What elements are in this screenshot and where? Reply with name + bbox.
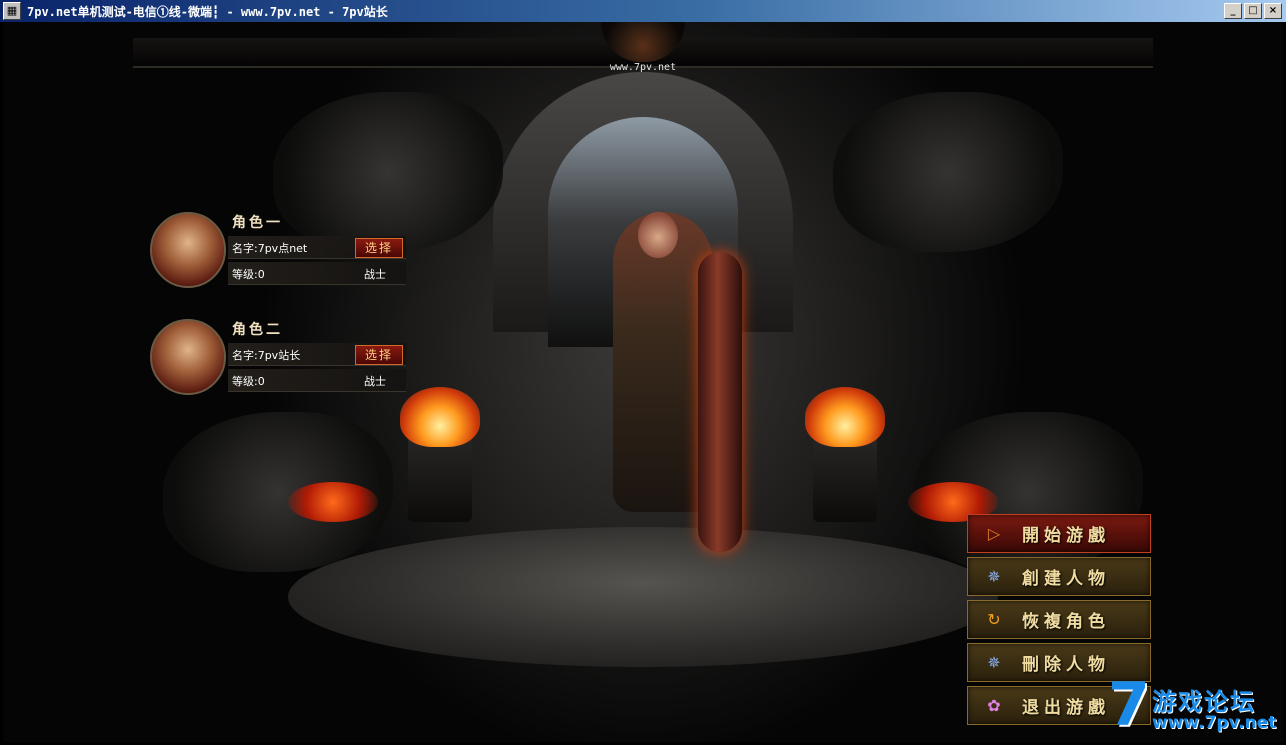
character-slot-title: 角色二 <box>232 322 283 338</box>
menu-label: 退出游戲 <box>1022 698 1110 718</box>
character-slot-1[interactable]: 角色一 名字:7pv点net 选择 等级:0 战士 <box>150 212 408 298</box>
character-job: 战士 <box>364 375 386 388</box>
start-game-button[interactable]: ▷ 開始游戲 <box>967 514 1151 553</box>
character-level-row: 等级:0 战士 <box>228 369 406 392</box>
menu-label: 刪除人物 <box>1022 655 1110 675</box>
character-slot-title: 角色一 <box>232 215 283 231</box>
character-name-row: 名字:7pv点net 选择 <box>228 236 406 259</box>
character-avatar[interactable] <box>150 212 226 288</box>
character-sword <box>698 252 742 552</box>
selected-character-model[interactable] <box>563 212 773 552</box>
maximize-button[interactable]: □ <box>1244 3 1262 19</box>
dragon-statue-top-right <box>833 92 1063 252</box>
window-controls: _ □ × <box>1224 3 1282 19</box>
close-button[interactable]: × <box>1264 3 1282 19</box>
minimize-button[interactable]: _ <box>1224 3 1242 19</box>
game-scene: www.7pv.net 角色一 名字:7pv点net 选择 等级:0 战士 角色… <box>3 22 1283 742</box>
character-level: 等级:0 <box>232 268 265 281</box>
character-head <box>638 212 678 258</box>
swirl-icon: ↻ <box>987 610 1001 629</box>
menu-label: 開始游戲 <box>1022 526 1110 546</box>
character-slot-2[interactable]: 角色二 名字:7pv站长 选择 等级:0 战士 <box>150 319 408 405</box>
character-level: 等级:0 <box>232 375 265 388</box>
play-arrow-icon: ▷ <box>987 524 1001 543</box>
logo-url: www.7pv.net <box>1152 713 1277 733</box>
forum-logo: 7 游戏论坛 www.7pv.net <box>1108 670 1283 742</box>
window-title: 7pv.net单机测试-电信①线-微端┇ - www.7pv.net - 7pv… <box>27 4 388 19</box>
character-job: 战士 <box>364 268 386 281</box>
dragon-fire-left <box>288 482 378 522</box>
menu-label: 創建人物 <box>1022 569 1110 589</box>
flower-icon: ✿ <box>987 696 1001 715</box>
star-badge-icon: ✵ <box>987 653 1001 672</box>
character-name: 名字:7pv站长 <box>232 349 301 362</box>
character-name: 名字:7pv点net <box>232 242 308 255</box>
character-avatar[interactable] <box>150 319 226 395</box>
brazier-fire-right <box>805 387 885 447</box>
restore-character-button[interactable]: ↻ 恢複角色 <box>967 600 1151 639</box>
menu-label: 恢複角色 <box>1022 612 1110 632</box>
brazier-fire-left <box>400 387 480 447</box>
logo-seven: 7 <box>1108 670 1150 740</box>
create-character-button[interactable]: ✵ 創建人物 <box>967 557 1151 596</box>
window-titlebar[interactable]: ▦ 7pv.net单机测试-电信①线-微端┇ - www.7pv.net - 7… <box>0 0 1286 22</box>
character-name-row: 名字:7pv站长 选择 <box>228 343 406 366</box>
character-level-row: 等级:0 战士 <box>228 262 406 285</box>
logo-text: 游戏论坛 <box>1152 688 1256 716</box>
select-character-button[interactable]: 选择 <box>355 238 403 258</box>
app-icon[interactable]: ▦ <box>3 2 21 20</box>
select-character-button[interactable]: 选择 <box>355 345 403 365</box>
star-badge-icon: ✵ <box>987 567 1001 586</box>
